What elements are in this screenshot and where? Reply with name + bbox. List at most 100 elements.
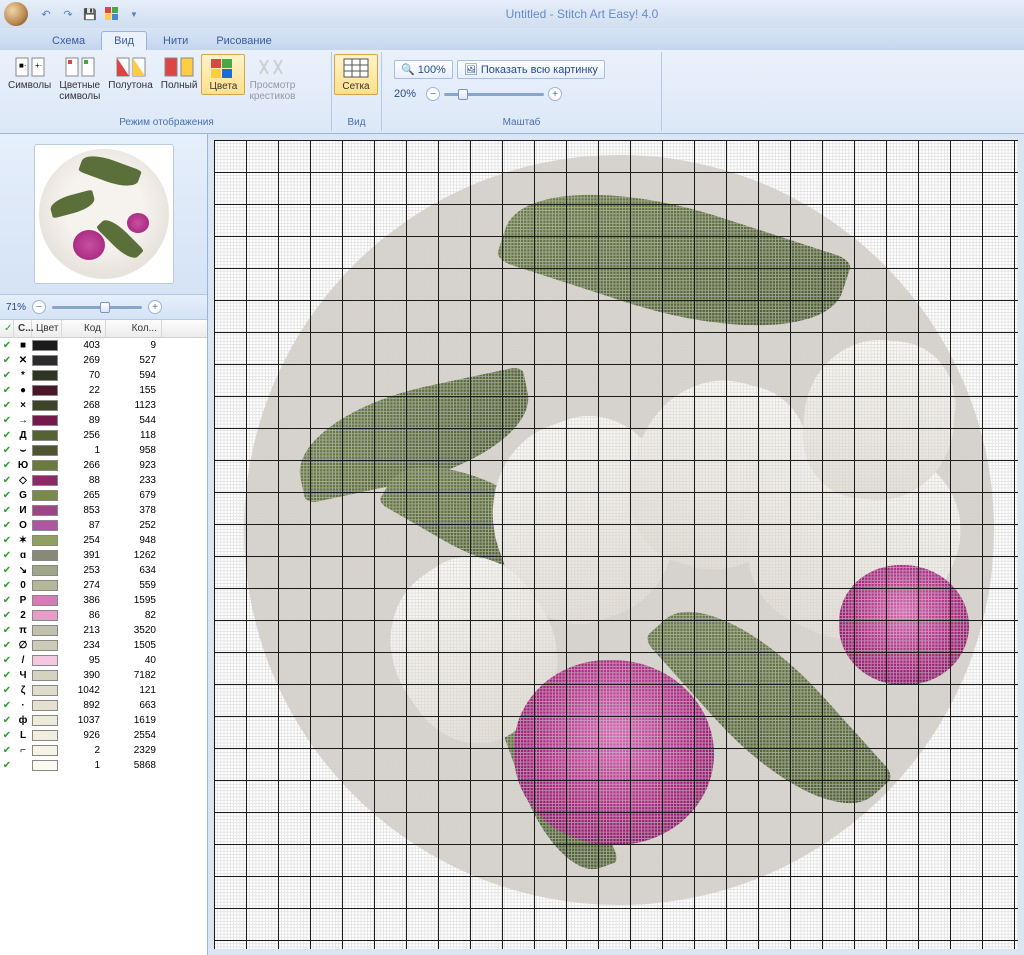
swatch-cell <box>32 760 62 771</box>
table-row[interactable]: ✔ 2 86 82 <box>0 608 207 623</box>
table-row[interactable]: ✔ ✶ 254 948 <box>0 533 207 548</box>
btn-symbols[interactable]: ■·+· Символы <box>4 54 55 93</box>
btn-full[interactable]: Полный <box>157 54 202 93</box>
swatch-cell <box>32 640 62 651</box>
btn-colors[interactable]: Цвета <box>201 54 245 95</box>
symbol-cell: L <box>14 730 32 741</box>
table-row[interactable]: ✔ Ю 266 923 <box>0 458 207 473</box>
table-row[interactable]: ✔ → 89 544 <box>0 413 207 428</box>
table-row[interactable]: ✔ ∅ 234 1505 <box>0 638 207 653</box>
check-icon: ✔ <box>0 580 14 591</box>
count-cell: 40 <box>106 655 162 666</box>
symbol-cell: ◇ <box>14 475 32 486</box>
check-icon: ✔ <box>0 655 14 666</box>
table-row[interactable]: ✔ ɑ 391 1262 <box>0 548 207 563</box>
table-row[interactable]: ✔ И 853 378 <box>0 503 207 518</box>
preview-pane <box>0 134 207 294</box>
swatch-cell <box>32 340 62 351</box>
workspace: 71% − + ✓ С... Цвет Код Кол... ✔ ■ 403 9… <box>0 134 1024 955</box>
check-icon: ✔ <box>0 475 14 486</box>
table-row[interactable]: ✔ Р 386 1595 <box>0 593 207 608</box>
table-row[interactable]: ✔ 1 5868 <box>0 758 207 773</box>
table-row[interactable]: ✔ ✕ 269 527 <box>0 353 207 368</box>
code-cell: 89 <box>62 415 106 426</box>
app-orb-button[interactable] <box>4 2 28 26</box>
code-cell: 265 <box>62 490 106 501</box>
palette-icon[interactable] <box>102 4 122 24</box>
tab-view[interactable]: Вид <box>101 31 147 50</box>
group-view: Сетка Вид <box>332 52 382 131</box>
check-icon: ✔ <box>0 370 14 381</box>
svg-text:■·: ■· <box>19 61 27 70</box>
table-row[interactable]: ✔ π 213 3520 <box>0 623 207 638</box>
symbol-cell: ∅ <box>14 640 32 651</box>
table-row[interactable]: ✔ ⌐ 2 2329 <box>0 743 207 758</box>
count-cell: 559 <box>106 580 162 591</box>
btn-grid[interactable]: Сетка <box>334 54 378 95</box>
preview-thumbnail[interactable] <box>34 144 174 284</box>
table-row[interactable]: ✔ × 268 1123 <box>0 398 207 413</box>
table-row[interactable]: ✔ Ч 390 7182 <box>0 668 207 683</box>
undo-icon[interactable]: ↶ <box>36 4 56 24</box>
save-icon[interactable]: 💾 <box>80 4 100 24</box>
table-row[interactable]: ✔ G 265 679 <box>0 488 207 503</box>
check-icon: ✔ <box>0 640 14 651</box>
swatch-cell <box>32 520 62 531</box>
redo-icon[interactable]: ↷ <box>58 4 78 24</box>
code-cell: 1042 <box>62 685 106 696</box>
btn-zoom-100[interactable]: 🔍100% <box>394 60 453 79</box>
qat-dropdown-icon[interactable]: ▼ <box>124 4 144 24</box>
table-row[interactable]: ✔ / 95 40 <box>0 653 207 668</box>
btn-halftones[interactable]: Полутона <box>104 54 156 93</box>
tab-threads[interactable]: Нити <box>151 32 200 50</box>
table-row[interactable]: ✔ * 70 594 <box>0 368 207 383</box>
table-row[interactable]: ✔ Д 256 118 <box>0 428 207 443</box>
check-icon: ✔ <box>0 715 14 726</box>
code-cell: 274 <box>62 580 106 591</box>
table-row[interactable]: ✔ ↘ 253 634 <box>0 563 207 578</box>
btn-color-symbols[interactable]: Цветные символы <box>55 54 104 104</box>
color-table-header[interactable]: ✓ С... Цвет Код Кол... <box>0 320 207 338</box>
table-row[interactable]: ✔ · 892 663 <box>0 698 207 713</box>
symbol-cell: G <box>14 490 32 501</box>
code-cell: 926 <box>62 730 106 741</box>
table-row[interactable]: ✔ ◇ 88 233 <box>0 473 207 488</box>
symbol-cell: ✕ <box>14 355 32 366</box>
code-cell: 269 <box>62 355 106 366</box>
tab-schema[interactable]: Схема <box>40 32 97 50</box>
table-row[interactable]: ✔ ζ 1042 121 <box>0 683 207 698</box>
count-cell: 1262 <box>106 550 162 561</box>
count-cell: 958 <box>106 445 162 456</box>
check-icon: ✔ <box>0 355 14 366</box>
canvas-area[interactable] <box>208 134 1024 955</box>
btn-show-all[interactable]: 🖼Показать всю картинку <box>457 60 605 79</box>
symbol-cell: ζ <box>14 685 32 696</box>
table-row[interactable]: ✔ ⌣ 1 958 <box>0 443 207 458</box>
table-row[interactable]: ✔ ■ 403 9 <box>0 338 207 353</box>
count-cell: 3520 <box>106 625 162 636</box>
preview-zoom-plus[interactable]: + <box>148 300 162 314</box>
swatch-cell <box>32 670 62 681</box>
count-cell: 1123 <box>106 400 162 411</box>
zoom-minus-button[interactable]: − <box>426 87 440 101</box>
check-icon: ✔ <box>0 625 14 636</box>
table-row[interactable]: ✔ 0 274 559 <box>0 578 207 593</box>
swatch-cell <box>32 655 62 666</box>
check-icon: ✔ <box>0 610 14 621</box>
zoom-slider[interactable] <box>444 93 544 96</box>
preview-zoom-minus[interactable]: − <box>32 300 46 314</box>
color-table[interactable]: ✓ С... Цвет Код Кол... ✔ ■ 403 9✔ ✕ 269 … <box>0 320 207 955</box>
code-cell: 95 <box>62 655 106 666</box>
stitch-canvas[interactable] <box>214 140 1018 949</box>
swatch-cell <box>32 565 62 576</box>
zoom-plus-button[interactable]: + <box>548 87 562 101</box>
count-cell: 82 <box>106 610 162 621</box>
count-cell: 5868 <box>106 760 162 771</box>
table-row[interactable]: ✔ ● 22 155 <box>0 383 207 398</box>
preview-zoom-slider[interactable] <box>52 306 142 309</box>
table-row[interactable]: ✔ L 926 2554 <box>0 728 207 743</box>
count-cell: 948 <box>106 535 162 546</box>
tab-drawing[interactable]: Рисование <box>204 32 283 50</box>
table-row[interactable]: ✔ O 87 252 <box>0 518 207 533</box>
table-row[interactable]: ✔ ф 1037 1619 <box>0 713 207 728</box>
